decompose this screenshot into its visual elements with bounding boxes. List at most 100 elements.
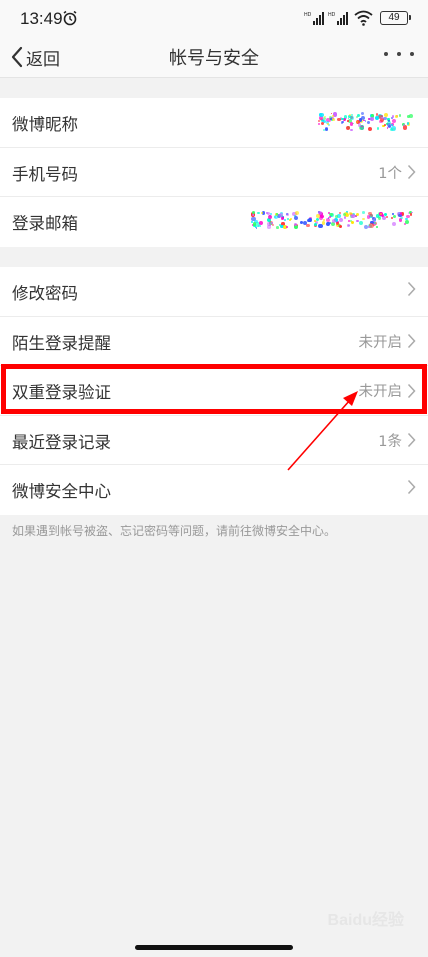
mosaic-dot [405, 219, 409, 224]
mosaic-dot [329, 212, 333, 216]
row-label: 微博昵称 [12, 115, 78, 134]
back-label: 返回 [26, 49, 60, 70]
mosaic-dot [362, 217, 365, 221]
chevron-right-icon [407, 164, 416, 180]
mosaic-dot [406, 215, 410, 219]
mosaic-dot [378, 217, 382, 221]
mosaic-dot [306, 223, 310, 228]
mosaic-dot [289, 217, 292, 220]
more-dot-icon [384, 52, 388, 56]
redacted-nickname-mask [318, 106, 414, 138]
mosaic-dot [281, 217, 284, 220]
mosaic-dot [395, 115, 399, 119]
row-label: 手机号码 [12, 164, 78, 184]
security-settings-group: 修改密码 陌生登录提醒 未开启 双重登录验证 未开启 最近登录记录 1条 微博安… [0, 267, 428, 515]
mosaic-dot [284, 218, 287, 221]
row-label: 微博安全中心 [12, 482, 111, 501]
mosaic-dot [329, 221, 332, 224]
mosaic-dot [386, 122, 391, 127]
alarm-icon [63, 10, 77, 26]
status-time: 13:49 [20, 9, 63, 28]
mosaic-dot [333, 112, 338, 117]
mosaic-dot [369, 223, 374, 228]
chevron-right-icon [407, 281, 416, 297]
mosaic-dot [322, 218, 325, 222]
redacted-email-mask [250, 205, 414, 235]
mosaic-dot [391, 115, 395, 118]
row-label: 陌生登录提醒 [12, 333, 111, 353]
mosaic-dot [319, 112, 324, 118]
mosaic-dot [259, 221, 264, 226]
mosaic-dot [342, 121, 344, 123]
mosaic-dot [376, 225, 379, 228]
mosaic-dot [358, 221, 363, 226]
row-value: 1条 [378, 433, 402, 450]
mosaic-dot [399, 211, 403, 215]
footer-note: 如果遇到帐号被盗、忘记密码等问题，请前往微博安全中心。 [12, 524, 337, 538]
chevron-right-icon [407, 333, 416, 349]
mosaic-dot [320, 121, 324, 125]
mosaic-dot [346, 119, 349, 122]
chevron-right-icon [407, 383, 416, 398]
mosaic-dot [369, 116, 374, 121]
row-email[interactable]: 登录邮箱 [0, 197, 428, 247]
mosaic-dot [325, 128, 328, 132]
row-two-step-verification[interactable]: 双重登录验证 未开启 [0, 366, 428, 416]
back-button[interactable]: 返回 [10, 42, 60, 72]
mosaic-dot [267, 225, 271, 229]
account-info-group: 微博昵称 手机号码 1个 登录邮箱 [0, 98, 428, 247]
mosaic-dot [392, 214, 396, 218]
more-dot-icon [410, 52, 414, 56]
mosaic-dot [381, 216, 386, 221]
row-label: 修改密码 [12, 284, 78, 303]
row-phone[interactable]: 手机号码 1个 [0, 148, 428, 197]
chevron-right-icon [407, 479, 416, 495]
mosaic-dot [339, 224, 343, 228]
mosaic-dot [259, 225, 262, 228]
mosaic-dot [348, 220, 350, 223]
row-nickname[interactable]: 微博昵称 [0, 98, 428, 148]
mosaic-dot [257, 212, 260, 215]
mosaic-dot [321, 221, 326, 226]
mosaic-dot [318, 123, 321, 126]
row-change-password[interactable]: 修改密码 [0, 267, 428, 317]
row-security-center[interactable]: 微博安全中心 [0, 465, 428, 515]
row-label: 登录邮箱 [12, 214, 78, 233]
mosaic-dot [406, 122, 410, 125]
mosaic-dot [285, 213, 288, 216]
mosaic-dot [409, 114, 414, 119]
mosaic-dot [308, 217, 312, 222]
mosaic-dot [300, 221, 303, 224]
row-label: 最近登录记录 [12, 432, 111, 452]
mosaic-dot [368, 127, 373, 132]
mosaic-dot [267, 215, 272, 220]
mosaic-dot [350, 220, 355, 225]
mosaic-dot [362, 211, 365, 214]
battery-icon: 49 [380, 11, 411, 25]
mosaic-dot [360, 112, 364, 116]
mosaic-dot [350, 128, 353, 132]
mosaic-dot [320, 214, 324, 219]
mosaic-dot [356, 212, 360, 216]
status-bar: 13:49 HD HD 49 [0, 0, 428, 38]
mosaic-dot [376, 127, 380, 130]
mosaic-dot [349, 212, 352, 215]
wifi-icon [354, 10, 373, 26]
more-options-button[interactable] [384, 49, 414, 59]
mosaic-dot [385, 215, 389, 218]
more-dot-icon [397, 52, 401, 56]
mosaic-dot [341, 117, 344, 121]
mosaic-dot [356, 116, 358, 119]
mosaic-dot [279, 223, 282, 226]
mosaic-dot [411, 211, 414, 214]
mosaic-dot [349, 116, 354, 121]
mosaic-dot [349, 122, 354, 126]
row-recent-login-records[interactable]: 最近登录记录 1条 [0, 416, 428, 465]
row-value: 1个 [378, 165, 402, 182]
mosaic-dot [338, 218, 343, 223]
mosaic-dot [346, 223, 350, 228]
mosaic-dot [390, 216, 393, 219]
row-unfamiliar-login-alert[interactable]: 陌生登录提醒 未开启 [0, 317, 428, 366]
mosaic-dot [252, 221, 257, 226]
mosaic-dot [391, 118, 396, 123]
